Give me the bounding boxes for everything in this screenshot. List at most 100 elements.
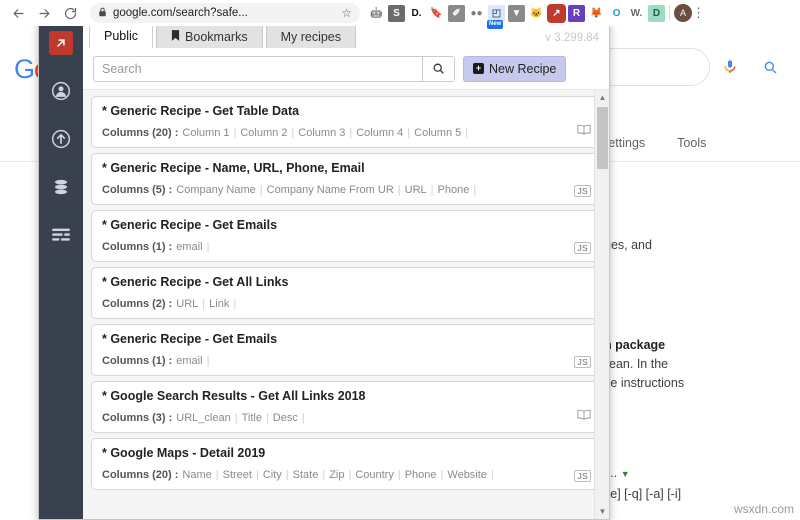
columns-label: Columns (20) : <box>102 469 179 481</box>
recipe-card[interactable]: * Generic Recipe - Get Table Data Columns… <box>91 96 601 148</box>
result-snippet-2-text: n package <box>604 338 666 352</box>
google-tools-row: Settings Tools <box>600 136 706 150</box>
tools-link[interactable]: Tools <box>677 136 706 150</box>
w-extension-icon[interactable]: W. <box>628 4 645 22</box>
google-search-icon[interactable] <box>762 59 778 80</box>
app-logo-icon[interactable] <box>49 31 73 55</box>
popup-content: Public Bookmarks My recipes v 3.299.84 S… <box>83 22 609 519</box>
columns-label: Columns (20) : <box>102 127 179 139</box>
popup-toolbar: + New Recipe <box>83 48 609 90</box>
book-icon[interactable] <box>577 122 591 140</box>
robot-extension-icon[interactable]: 🤖 <box>368 4 385 22</box>
recipe-columns: Columns (5) : Company Name | Company Nam… <box>102 184 590 196</box>
column-separator: | <box>322 469 326 481</box>
column-separator: | <box>215 469 219 481</box>
column-name: Name <box>182 469 212 481</box>
column-name: Website <box>447 469 487 481</box>
recipe-list-scrollbar[interactable]: ▲ ▼ <box>594 90 609 519</box>
toolbar-divider <box>669 5 670 21</box>
recipe-card[interactable]: * Generic Recipe - Get Emails Columns (1)… <box>91 324 601 376</box>
tab-my-recipes[interactable]: My recipes <box>265 24 357 48</box>
lock-icon <box>98 4 107 22</box>
search-input[interactable] <box>94 56 422 81</box>
column-separator: | <box>234 412 238 424</box>
recipe-title: * Generic Recipe - Get Emails <box>102 332 278 346</box>
r-extension-icon[interactable]: R <box>568 4 585 22</box>
column-name: Company Name <box>176 184 256 196</box>
screen: Go Settings Tools ges, and n package cle… <box>0 0 800 520</box>
d-extension-icon[interactable]: D. <box>408 4 425 22</box>
column-name: Company Name From UR <box>266 184 394 196</box>
scroll-up-arrow-icon[interactable]: ▲ <box>595 90 609 105</box>
microphone-icon[interactable] <box>722 59 738 80</box>
columns-label: Columns (2) : <box>102 298 173 310</box>
tab-public[interactable]: Public <box>89 23 154 48</box>
column-name: Column 1 <box>182 127 230 139</box>
scroll-down-arrow-icon[interactable]: ▼ <box>595 504 609 519</box>
version-label: v 3.299.84 <box>545 32 599 44</box>
tab-my-recipes-label: My recipes <box>280 29 342 44</box>
book-icon[interactable] <box>577 407 591 425</box>
cat-extension-icon[interactable]: 🐱 <box>528 4 545 22</box>
column-name: City <box>262 469 282 481</box>
column-name: Phone <box>437 184 470 196</box>
column-name: Title <box>241 412 262 424</box>
navigation-buttons <box>0 1 82 25</box>
recipe-card[interactable]: * Generic Recipe - Name, URL, Phone, Ema… <box>91 153 601 205</box>
column-separator: | <box>233 298 237 310</box>
tab-bookmarks[interactable]: Bookmarks <box>156 24 263 48</box>
account-icon[interactable] <box>49 79 73 103</box>
screenshot-extension-icon[interactable]: ◰ New <box>487 4 505 29</box>
recipe-title: * Generic Recipe - Get All Links <box>102 275 289 289</box>
avatar[interactable]: A <box>674 4 692 22</box>
goggles-extension-icon[interactable]: ●● <box>468 4 485 22</box>
column-name: Desc <box>272 412 298 424</box>
popup-sidebar <box>39 22 83 519</box>
recipe-columns: Columns (3) : URL_clean | Title | Desc | <box>102 412 590 424</box>
columns-label: Columns (1) : <box>102 355 173 367</box>
column-separator: | <box>206 241 210 253</box>
lambda-extension-icon[interactable]: ↗ <box>548 4 565 22</box>
database-icon[interactable] <box>49 175 73 199</box>
leaf-extension-icon[interactable]: ✐ <box>448 4 465 22</box>
ring-extension-icon[interactable]: O <box>608 4 625 22</box>
reload-icon[interactable] <box>58 1 82 25</box>
recipe-title: * Generic Recipe - Name, URL, Phone, Ema… <box>102 161 365 175</box>
column-separator: | <box>465 127 469 139</box>
recipe-card[interactable]: * Generic Recipe - Get All Links Columns … <box>91 267 601 319</box>
upload-icon[interactable] <box>49 127 73 151</box>
back-arrow-icon[interactable] <box>6 1 30 25</box>
chevron-down-icon[interactable]: ▼ <box>621 469 630 479</box>
js-badge[interactable]: JS <box>574 356 591 368</box>
scrollbar-thumb[interactable] <box>597 107 608 169</box>
forward-arrow-icon[interactable] <box>32 1 56 25</box>
filter-extension-icon[interactable]: ▼ <box>508 4 525 22</box>
column-name: URL <box>176 298 199 310</box>
column-separator: | <box>490 469 494 481</box>
star-icon[interactable]: ☆ <box>341 7 352 19</box>
recipe-card[interactable]: * Google Search Results - Get All Links … <box>91 381 601 433</box>
column-name: URL_clean <box>176 412 231 424</box>
search-icon[interactable] <box>422 56 454 81</box>
extension-toolbar: 🤖 S D. 🔖 ✐ ●● ◰ New ▼ 🐱 ↗ R 🦊 O W. D <box>368 4 665 29</box>
d-green-extension-icon[interactable]: D <box>648 4 665 22</box>
js-badge[interactable]: JS <box>574 185 591 197</box>
js-badge[interactable]: JS <box>574 470 591 482</box>
columns-label: Columns (3) : <box>102 412 173 424</box>
bookmark-icon <box>171 29 180 44</box>
new-recipe-button[interactable]: + New Recipe <box>463 55 567 82</box>
column-separator: | <box>407 127 411 139</box>
recipe-card[interactable]: * Google Maps - Detail 2019 Columns (20) … <box>91 438 601 490</box>
recipe-card[interactable]: * Generic Recipe - Get Emails Columns (1)… <box>91 210 601 262</box>
address-bar[interactable]: google.com/search?safe... ☆ <box>90 3 360 23</box>
column-separator: | <box>202 298 206 310</box>
kebab-menu-icon[interactable]: ⋮ <box>692 5 705 21</box>
search-field-group[interactable] <box>93 55 455 82</box>
list-icon[interactable] <box>49 223 73 247</box>
column-separator: | <box>397 469 401 481</box>
column-name: Phone <box>404 469 437 481</box>
fox-extension-icon[interactable]: 🦊 <box>588 4 605 22</box>
bookmark-extension-icon[interactable]: 🔖 <box>428 4 445 22</box>
js-badge[interactable]: JS <box>574 242 591 254</box>
s-extension-icon[interactable]: S <box>388 4 405 22</box>
